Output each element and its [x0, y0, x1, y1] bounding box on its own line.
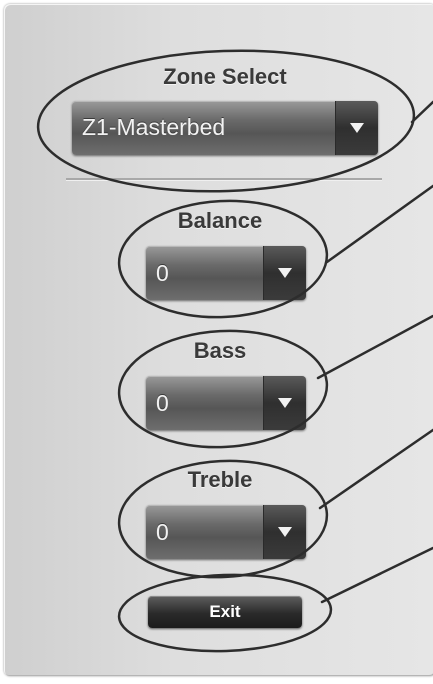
exit-button[interactable]: Exit: [148, 596, 302, 628]
bass-dropdown[interactable]: 0: [146, 376, 306, 430]
treble-value: 0: [156, 519, 169, 545]
zone-select-value: Z1-Masterbed: [82, 114, 226, 140]
chevron-down-icon: [278, 398, 292, 408]
balance-arrow[interactable]: [263, 246, 306, 300]
zone-select-label: Zone Select: [163, 64, 287, 89]
balance-value: 0: [156, 260, 169, 286]
treble-arrow[interactable]: [263, 505, 306, 559]
chevron-down-icon: [278, 527, 292, 537]
balance-label: Balance: [177, 208, 263, 233]
treble-label: Treble: [187, 467, 253, 492]
balance-dropdown[interactable]: 0: [146, 246, 306, 300]
bass-value: 0: [156, 390, 169, 416]
bass-label: Bass: [193, 338, 247, 363]
chevron-down-icon: [278, 268, 292, 278]
treble-dropdown[interactable]: 0: [146, 505, 306, 559]
divider: [66, 178, 382, 180]
zone-select-dropdown[interactable]: Z1-Masterbed: [72, 101, 378, 155]
bass-arrow[interactable]: [263, 376, 306, 430]
zone-select-arrow[interactable]: [335, 101, 378, 155]
chevron-down-icon: [350, 123, 364, 133]
